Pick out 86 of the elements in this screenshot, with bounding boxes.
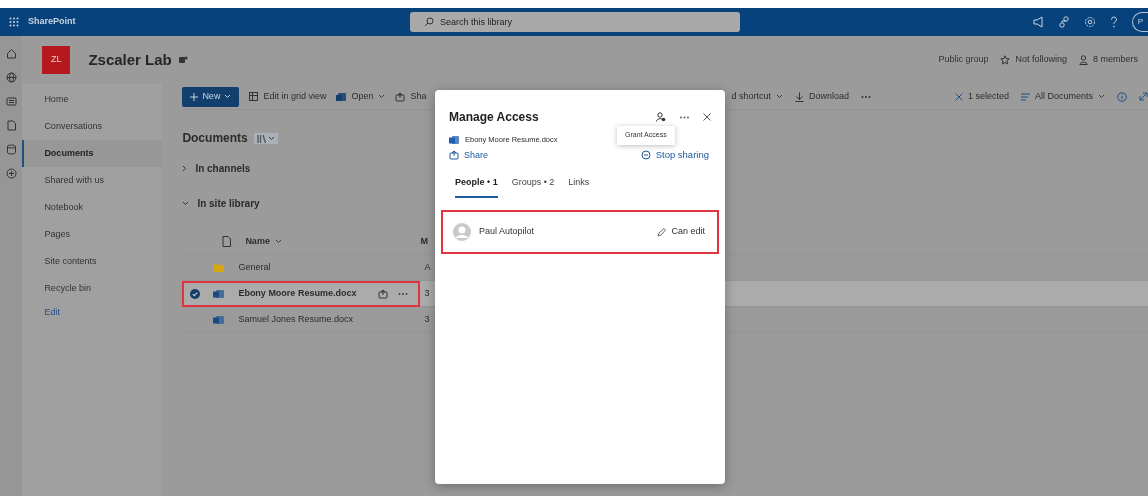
edit-link[interactable]: Edit xyxy=(22,302,163,324)
grid-view-button[interactable]: Edit in grid view xyxy=(249,89,327,104)
app-name: SharePoint xyxy=(28,15,77,29)
chevron-down-icon xyxy=(267,135,275,141)
close-icon xyxy=(954,92,963,101)
tab[interactable]: Links xyxy=(568,175,590,198)
table-cell-text: 3 xyxy=(424,312,430,326)
file-icon xyxy=(222,236,232,247)
add-icon[interactable] xyxy=(5,168,17,179)
library-switcher[interactable] xyxy=(253,132,278,144)
library-title: Documents xyxy=(182,130,248,147)
search-icon xyxy=(424,17,434,27)
share-icon xyxy=(449,150,459,161)
checkmark-circle-icon[interactable] xyxy=(190,288,201,299)
info-icon[interactable] xyxy=(1117,91,1127,102)
plus-icon xyxy=(190,92,199,101)
person-name: Paul Autopilot xyxy=(479,225,535,239)
person-icon xyxy=(1079,55,1088,65)
tab[interactable]: Groups • 2 xyxy=(511,175,555,198)
megaphone-icon[interactable] xyxy=(1032,16,1044,28)
section-header[interactable]: In channels xyxy=(182,161,1148,176)
download-icon xyxy=(794,91,804,102)
person-settings-icon[interactable] xyxy=(656,112,666,122)
members-button[interactable]: 8 members xyxy=(1079,53,1138,67)
cut-off-button[interactable]: Sha xyxy=(395,89,427,104)
chevron-down-icon xyxy=(224,94,232,99)
site-logo: ZL xyxy=(42,46,71,74)
settings-icon[interactable] xyxy=(1084,16,1096,28)
search-field[interactable]: Search this library xyxy=(410,12,740,32)
app-launcher-icon[interactable] xyxy=(9,17,19,27)
more-icon[interactable] xyxy=(680,115,689,119)
folder-icon xyxy=(213,263,225,272)
share-icon[interactable] xyxy=(378,288,389,299)
shortcut-button[interactable]: d shortcut xyxy=(731,89,783,104)
home-icon[interactable] xyxy=(5,48,17,59)
file-name[interactable]: Samuel Jones Resume.docx xyxy=(238,312,421,327)
chevron-down-icon xyxy=(274,239,282,244)
help-icon[interactable] xyxy=(1110,16,1118,28)
chevron-down-icon xyxy=(775,94,783,99)
stop-sharing-link[interactable]: Stop sharing xyxy=(640,148,709,163)
avatar-icon xyxy=(453,223,471,241)
file-name[interactable]: General xyxy=(238,260,421,275)
share-link[interactable]: Share xyxy=(449,148,489,163)
file-icon[interactable] xyxy=(5,120,17,131)
clear-selection-button[interactable]: 1 selected xyxy=(954,89,1009,104)
tab[interactable]: People • 1 xyxy=(455,175,498,198)
download-button[interactable]: Download xyxy=(794,89,849,104)
column-header[interactable]: M xyxy=(420,234,428,249)
view-lines-icon xyxy=(1020,92,1030,101)
grid-icon xyxy=(249,92,259,101)
news-icon[interactable] xyxy=(5,96,17,107)
star-icon xyxy=(1000,55,1011,65)
new-button[interactable]: New xyxy=(182,86,240,107)
dialog-title: Manage Access xyxy=(449,109,539,126)
more-icon[interactable] xyxy=(398,291,409,296)
site-title: Zscaler Lab xyxy=(88,49,172,70)
nav-item[interactable]: Shared with us xyxy=(22,167,163,194)
share-icon xyxy=(395,91,406,102)
view-button[interactable]: All Documents xyxy=(1020,89,1105,104)
chevron-down-icon xyxy=(1098,94,1105,99)
nav-item[interactable]: Recycle bin xyxy=(22,275,163,302)
nav-item[interactable]: Documents xyxy=(22,140,163,167)
stop-icon xyxy=(640,150,651,161)
table-cell-text: 3 xyxy=(424,286,430,300)
table-cell-text: A xyxy=(424,260,431,274)
globe-icon[interactable] xyxy=(5,72,17,83)
more-icon[interactable] xyxy=(860,94,871,99)
open-button[interactable]: Open xyxy=(336,89,386,104)
public-group-label: Public group xyxy=(938,53,989,67)
library-icon xyxy=(256,133,266,143)
pencil-icon xyxy=(657,227,667,237)
file-name[interactable]: Ebony Moore Resume.docx xyxy=(238,286,379,301)
link-icon[interactable] xyxy=(1058,16,1070,28)
nav-item[interactable]: Notebook xyxy=(22,194,163,221)
permission-button[interactable]: Can edit xyxy=(657,225,705,239)
section-header[interactable]: In site library xyxy=(182,196,1148,211)
follow-button[interactable]: Not following xyxy=(1000,53,1067,67)
nav-item[interactable]: Pages xyxy=(22,221,163,248)
nav-item[interactable]: Home xyxy=(22,86,163,113)
nav-item[interactable]: Site contents xyxy=(22,248,163,275)
nav-item[interactable]: Conversations xyxy=(22,113,163,140)
expand-icon[interactable] xyxy=(1139,92,1148,101)
chevron-down-icon xyxy=(378,94,386,99)
column-header[interactable]: Name xyxy=(245,234,421,249)
database-icon[interactable] xyxy=(5,144,17,155)
close-icon[interactable] xyxy=(703,113,711,121)
